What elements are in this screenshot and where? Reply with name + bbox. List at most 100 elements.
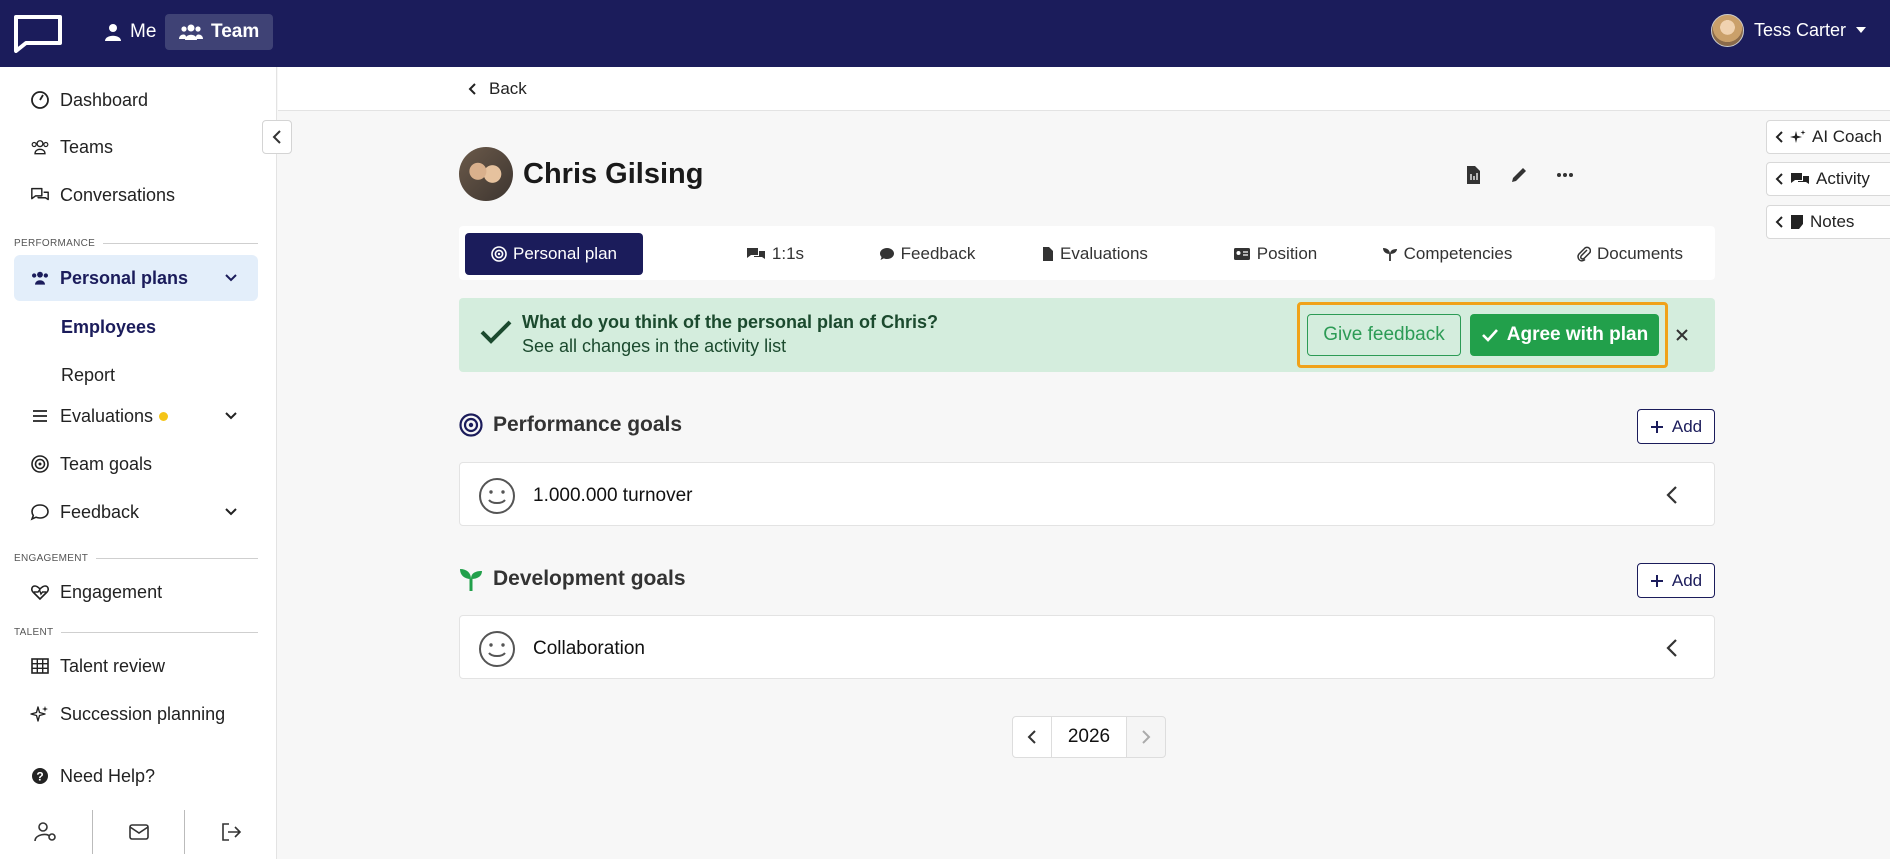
file-icon — [1467, 166, 1480, 184]
sidebar-item-label: Personal plans — [60, 267, 189, 288]
nav-team[interactable]: Team — [165, 14, 274, 50]
tab-documents[interactable]: Documents — [1555, 233, 1705, 275]
sidebar-item-label: Conversations — [60, 184, 176, 205]
caret-down-icon — [1856, 27, 1866, 33]
section-label-talent: TALENT — [14, 627, 258, 638]
sparkles-icon — [30, 706, 48, 722]
goal-card-performance[interactable]: 1.000.000 turnover — [459, 462, 1715, 526]
app-logo-icon[interactable] — [12, 13, 64, 53]
sidebar-item-engagement[interactable]: Engagement — [14, 569, 258, 615]
notification-dot — [159, 412, 169, 422]
ai-coach-label: AI Coach — [1812, 127, 1882, 146]
chevron-down-icon — [225, 508, 237, 516]
target-icon — [459, 413, 483, 437]
tab-evaluations[interactable]: Evaluations — [1025, 233, 1165, 275]
sign-out-icon — [222, 823, 242, 841]
section-label-engagement: ENGAGEMENT — [14, 553, 258, 564]
sidebar-footer — [0, 805, 277, 859]
chevron-down-icon — [225, 274, 237, 282]
comments-icon — [1791, 173, 1809, 184]
goal-label: 1.000.000 turnover — [533, 485, 693, 506]
goal-label: Collaboration — [533, 638, 645, 659]
sidebar-item-dashboard[interactable]: Dashboard — [14, 77, 258, 123]
messages-button[interactable] — [93, 810, 186, 854]
checkmark-icon — [480, 320, 512, 344]
sidebar-item-report[interactable]: Report — [61, 365, 115, 386]
team-icon — [31, 140, 49, 155]
next-year-button[interactable] — [1126, 716, 1166, 758]
sidebar-item-conversations[interactable]: Conversations — [14, 172, 258, 218]
chevron-left-icon — [1027, 730, 1036, 744]
sticky-note-icon — [1791, 215, 1803, 229]
sidebar-collapse-button[interactable] — [262, 120, 292, 154]
chevron-left-icon — [1775, 131, 1783, 143]
comment-icon — [30, 504, 49, 521]
paperclip-icon — [1577, 246, 1591, 262]
sidebar-item-talent-review[interactable]: Talent review — [14, 643, 258, 689]
list-icon — [33, 410, 47, 422]
agree-with-plan-button[interactable]: Agree with plan — [1470, 314, 1659, 356]
notes-label: Notes — [1810, 212, 1855, 231]
back-link[interactable]: Back — [468, 79, 527, 99]
activity-tab[interactable]: Activity — [1766, 162, 1890, 196]
sidebar-item-label: Feedback — [60, 501, 140, 522]
user-name: Tess Carter — [1753, 19, 1846, 40]
development-goals-title: Development goals — [459, 566, 686, 592]
user-settings-button[interactable] — [0, 810, 93, 854]
top-bar: Me Team Tess Carter — [0, 0, 1890, 67]
sidebar-item-feedback[interactable]: Feedback — [14, 489, 258, 535]
user-menu[interactable]: Tess Carter — [1710, 12, 1866, 48]
goal-card-development[interactable]: Collaboration — [459, 615, 1715, 679]
tab-feedback[interactable]: Feedback — [857, 233, 997, 275]
chevron-left-icon[interactable] — [1666, 638, 1678, 658]
chevron-left-icon — [468, 83, 476, 95]
previous-year-button[interactable] — [1012, 716, 1052, 758]
sidebar-item-label: Need Help? — [60, 765, 156, 786]
sidebar-item-employees[interactable]: Employees — [61, 317, 156, 338]
chevron-left-icon[interactable] — [1666, 485, 1678, 505]
profile-name: Chris Gilsing — [523, 158, 704, 190]
close-icon[interactable] — [1672, 325, 1692, 345]
sidebar-item-team-goals[interactable]: Team goals — [14, 441, 258, 487]
edit-button[interactable] — [1508, 164, 1530, 186]
sidebar-item-personal-plans[interactable]: Personal plans — [14, 255, 258, 301]
gauge-icon — [31, 91, 49, 109]
banner-subtitle[interactable]: See all changes in the activity list — [522, 336, 786, 357]
sidebar: Dashboard Teams Conversations PERFORMANC… — [0, 67, 277, 859]
nav-me-label: Me — [130, 21, 157, 42]
grid-icon — [31, 658, 49, 674]
envelope-icon — [128, 824, 149, 840]
sidebar-item-need-help[interactable]: ? Need Help? — [14, 753, 258, 799]
smiley-icon — [479, 478, 515, 514]
comment-icon — [879, 248, 894, 260]
more-button[interactable] — [1554, 164, 1576, 186]
chevron-right-icon — [1142, 730, 1151, 744]
tab-personal-plan[interactable]: Personal plan — [465, 233, 643, 275]
add-development-goal-button[interactable]: Add — [1637, 563, 1715, 598]
nav-me[interactable]: Me — [96, 14, 164, 50]
target-icon — [491, 246, 507, 262]
give-feedback-button[interactable]: Give feedback — [1307, 314, 1461, 356]
notes-tab[interactable]: Notes — [1766, 205, 1890, 239]
chevron-left-icon — [1775, 173, 1783, 185]
sidebar-item-evaluations[interactable]: Evaluations — [14, 393, 258, 439]
back-label: Back — [489, 79, 527, 98]
sidebar-item-teams[interactable]: Teams — [14, 124, 258, 170]
add-performance-goal-button[interactable]: Add — [1637, 409, 1715, 444]
pencil-icon — [1512, 168, 1526, 182]
sparkles-icon — [1790, 130, 1806, 143]
back-bar: Back — [278, 67, 1890, 111]
tab-position[interactable]: Position — [1205, 233, 1345, 275]
ellipsis-icon — [1557, 173, 1573, 177]
sidebar-item-label: Team goals — [60, 453, 153, 474]
profile-actions — [1462, 164, 1576, 186]
tab-competencies[interactable]: Competencies — [1367, 233, 1527, 275]
sidebar-item-succession-planning[interactable]: Succession planning — [14, 691, 258, 737]
ai-coach-tab[interactable]: AI Coach — [1766, 120, 1890, 154]
report-button[interactable] — [1462, 164, 1484, 186]
section-label-performance: PERFORMANCE — [14, 238, 258, 249]
activity-label: Activity — [1816, 169, 1870, 188]
agree-label: Agree with plan — [1506, 324, 1649, 345]
tab-one-on-ones[interactable]: 1:1s — [705, 233, 845, 275]
logout-button[interactable] — [185, 810, 277, 854]
